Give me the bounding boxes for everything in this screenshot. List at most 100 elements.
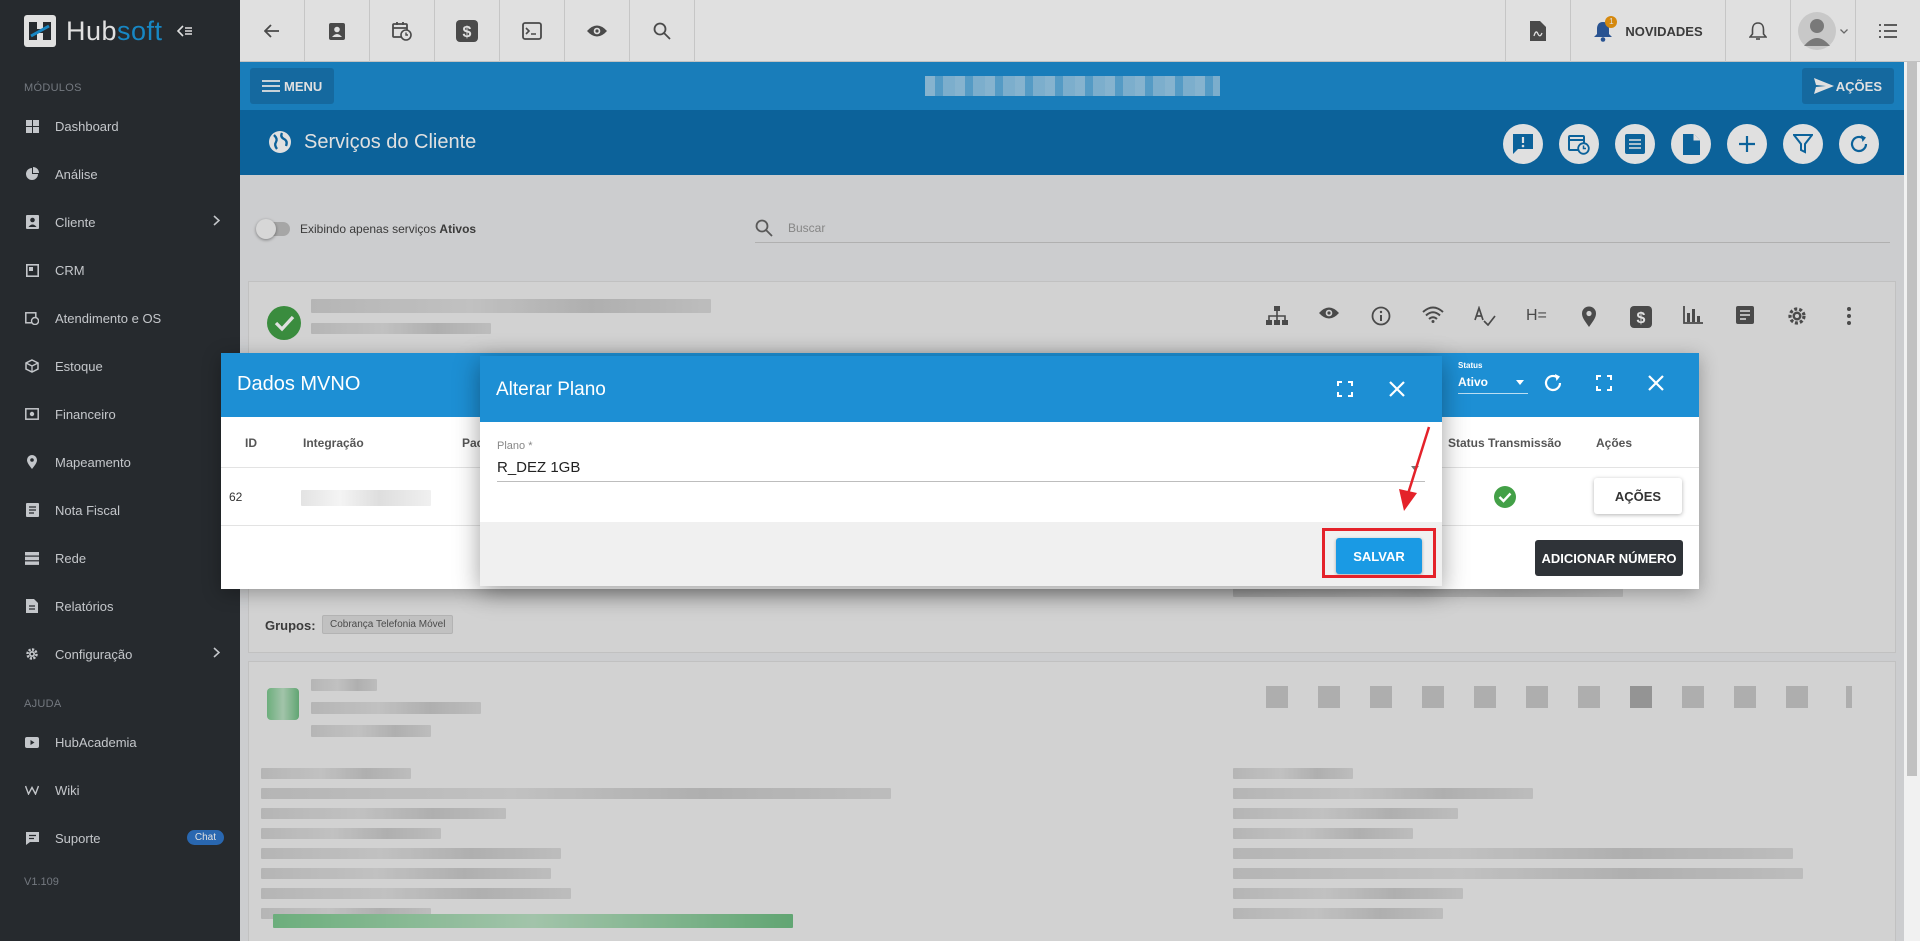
redacted-text <box>261 768 411 779</box>
search-field: Buscar <box>755 215 1890 243</box>
bar-chart-icon[interactable] <box>1667 306 1719 328</box>
sidebar-item-configuracao[interactable]: Configuração <box>0 630 240 678</box>
sidebar-item-crm[interactable]: CRM <box>0 246 240 294</box>
scrollbar-thumb[interactable] <box>1907 62 1917 776</box>
sidebar-item-rede[interactable]: Rede <box>0 534 240 582</box>
notification-bell-icon: 1 <box>1593 16 1618 42</box>
redacted-text <box>311 679 377 691</box>
more-vertical-icon[interactable] <box>1846 686 1852 708</box>
sidebar-item-label: Rede <box>55 550 87 566</box>
active-only-toggle[interactable] <box>256 219 290 239</box>
acoes-button[interactable]: AÇÕES <box>1801 68 1894 104</box>
network-tree-icon[interactable] <box>1251 306 1303 328</box>
contact-card-icon <box>329 22 345 40</box>
close-icon[interactable] <box>1389 381 1405 397</box>
pdf-button[interactable] <box>1505 0 1570 62</box>
dollar-icon[interactable] <box>1630 686 1652 708</box>
sidebar-item-financeiro[interactable]: Financeiro <box>0 390 240 438</box>
add-number-button[interactable]: ADICIONAR NÚMERO <box>1535 540 1683 576</box>
map-pin-icon[interactable] <box>1578 686 1600 708</box>
notes-icon[interactable] <box>1719 306 1771 328</box>
sidebar-item-dashboard[interactable]: Dashboard <box>0 102 240 150</box>
globe-icon <box>268 130 292 154</box>
status-select[interactable]: Status Ativo <box>1458 361 1528 394</box>
plus-icon <box>1738 135 1756 153</box>
sidebar-item-analise[interactable]: Análise <box>0 150 240 198</box>
schedule-button[interactable] <box>370 0 435 62</box>
gear-icon[interactable] <box>1786 686 1808 708</box>
contact-button[interactable] <box>305 0 370 62</box>
plano-select[interactable]: Plano * R_DEZ 1GB <box>497 440 1425 482</box>
sidebar: Hubsoft MÓDULOS Dashboard Análise Client… <box>0 0 240 941</box>
list-view-button[interactable] <box>1615 124 1655 164</box>
row-acoes-button[interactable]: AÇÕES <box>1594 478 1682 514</box>
info-icon[interactable] <box>1370 686 1392 708</box>
sidebar-item-estoque[interactable]: Estoque <box>0 342 240 390</box>
sidebar-item-wiki[interactable]: Wiki <box>0 766 240 814</box>
signal-check-icon[interactable] <box>1459 306 1511 328</box>
dollar-icon[interactable]: $ <box>1615 306 1667 328</box>
notes-icon[interactable] <box>1734 686 1756 708</box>
sidebar-item-label: Dashboard <box>55 118 119 134</box>
refresh-icon[interactable] <box>1543 373 1563 393</box>
col-status-transmissao: Status Transmissão <box>1448 436 1562 450</box>
page-scrollbar[interactable] <box>1904 62 1920 941</box>
sidebar-item-hubacademia[interactable]: HubAcademia <box>0 718 240 766</box>
refresh-button[interactable] <box>1839 124 1879 164</box>
list-menu-button[interactable] <box>1855 0 1920 62</box>
list-alt-icon <box>1625 134 1645 154</box>
add-service-button[interactable] <box>1727 124 1767 164</box>
search-button[interactable] <box>630 0 695 62</box>
sidebar-item-label: Suporte <box>55 830 101 846</box>
dollar-icon: $ <box>456 20 478 42</box>
redacted-text <box>311 323 491 334</box>
search-input[interactable]: Buscar <box>788 221 825 235</box>
notifications-button[interactable] <box>1725 0 1790 62</box>
row-id: 62 <box>229 490 243 504</box>
novidades-button[interactable]: 1 NOVIDADES <box>1570 0 1725 62</box>
filter-button[interactable] <box>1783 124 1823 164</box>
eye-icon[interactable] <box>1303 306 1355 328</box>
info-icon[interactable] <box>1355 306 1407 328</box>
sidebar-item-suporte[interactable]: Suporte Chat <box>0 814 240 862</box>
sidebar-item-nota-fiscal[interactable]: Nota Fiscal <box>0 486 240 534</box>
sidebar-section-help: AJUDA <box>24 698 62 710</box>
sidebar-item-mapeamento[interactable]: Mapeamento <box>0 438 240 486</box>
sidebar-item-relatorios[interactable]: Relatórios <box>0 582 240 630</box>
terminal-button[interactable] <box>500 0 565 62</box>
menu-button[interactable]: MENU <box>250 68 335 104</box>
back-button[interactable] <box>240 0 305 62</box>
hubsoft-logo-icon[interactable] <box>24 15 56 47</box>
save-button[interactable]: SALVAR <box>1336 538 1422 574</box>
collapse-sidebar-icon[interactable] <box>176 25 193 37</box>
chat-badge[interactable]: Chat <box>186 830 224 845</box>
eye-icon[interactable] <box>1318 686 1340 708</box>
redacted-text <box>1233 768 1353 779</box>
alert-button[interactable] <box>1503 124 1543 164</box>
gear-icon[interactable] <box>1771 306 1823 328</box>
bar-chart-icon[interactable] <box>1682 686 1704 708</box>
col-integracao: Integração <box>303 436 364 450</box>
heading-equals-icon[interactable] <box>1526 686 1548 708</box>
close-icon[interactable] <box>1648 375 1664 391</box>
finance-button[interactable]: $ <box>435 0 500 62</box>
chevron-down-icon <box>1840 28 1848 34</box>
sidebar-item-atendimento[interactable]: Atendimento e OS <box>0 294 240 342</box>
sidebar-item-cliente[interactable]: Cliente <box>0 198 240 246</box>
network-tree-icon[interactable] <box>1266 686 1288 708</box>
wifi-icon[interactable] <box>1407 306 1459 328</box>
user-menu-button[interactable] <box>1790 0 1855 62</box>
schedule-history-button[interactable] <box>1559 124 1599 164</box>
crm-icon <box>24 262 40 278</box>
heading-equals-icon[interactable]: H= <box>1511 306 1563 328</box>
document-button[interactable] <box>1671 124 1711 164</box>
fullscreen-icon[interactable] <box>1337 381 1353 397</box>
col-id: ID <box>245 436 257 450</box>
map-pin-icon[interactable] <box>1563 306 1615 328</box>
fullscreen-icon[interactable] <box>1596 375 1612 391</box>
wifi-icon[interactable] <box>1422 686 1444 708</box>
view-button[interactable] <box>565 0 630 62</box>
service-card <box>248 661 1896 941</box>
more-vertical-icon[interactable] <box>1823 306 1875 328</box>
signal-check-icon[interactable] <box>1474 686 1496 708</box>
